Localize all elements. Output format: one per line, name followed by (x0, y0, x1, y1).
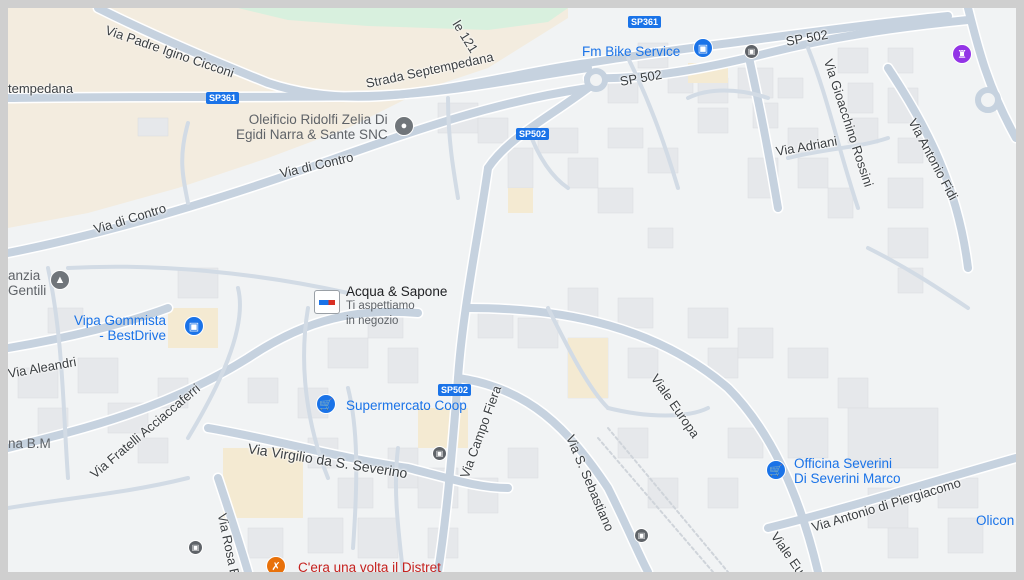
shopping-cart-icon[interactable]: 🛒 (766, 460, 786, 480)
route-shield-sp502: SP502 (438, 384, 472, 396)
poi-name: Olicon (976, 513, 1015, 528)
poi-officina-severini[interactable]: Officina Severini Di Severini Marco (794, 456, 901, 486)
acqua-sapone-logo[interactable] (314, 290, 340, 314)
bus-stop-icon[interactable]: ▣ (432, 446, 447, 461)
poi-tagline-line1: Ti aspettiamo (346, 300, 415, 312)
poi-name-line2: Di Severini Marco (794, 471, 901, 486)
poi-name: Supermercato Coop (346, 398, 467, 413)
poi-name: Acqua & Sapone (346, 284, 448, 299)
poi-name-line1: Officina Severini (794, 456, 893, 471)
school-icon[interactable]: ▲ (50, 270, 70, 290)
poi-name-line1: anzia (8, 268, 41, 283)
poi-vipa-gommista[interactable]: Vipa Gommista - BestDrive (74, 313, 166, 343)
poi-name: C'era una volta il Distret (298, 560, 441, 572)
poi-tagline-line2: in negozio (346, 315, 399, 327)
poi-name-line2: - BestDrive (99, 328, 167, 343)
poi-acqua-e-sapone[interactable]: Acqua & Sapone Ti aspettiamo in negozio (346, 284, 447, 329)
poi-restaurant[interactable]: C'era una volta il Distret (298, 560, 441, 572)
bus-stop-icon[interactable]: ▣ (634, 528, 649, 543)
poi-supermercato-coop[interactable]: Supermercato Coop (346, 398, 467, 413)
poi-name: Fm Bike Service (582, 44, 681, 59)
poi-olicon[interactable]: Olicon (976, 513, 1014, 528)
shopping-bag-icon[interactable]: ▣ (693, 38, 713, 58)
car-repair-icon[interactable]: ▣ (184, 316, 204, 336)
poi-name-line1: Oleificio Ridolfi Zelia Di (248, 112, 388, 127)
map-base-layer (8, 8, 1016, 572)
place-dot-icon[interactable]: ● (394, 116, 414, 136)
route-shield-sp361: SP361 (628, 16, 662, 28)
restaurant-icon[interactable]: ✗ (266, 556, 286, 572)
poi-name-line2: Egidi Narra & Sante SNC (236, 127, 388, 142)
bus-stop-icon[interactable]: ▣ (744, 44, 759, 59)
poi-oleificio-ridolfi[interactable]: Oleificio Ridolfi Zelia Di Egidi Narra &… (236, 112, 388, 142)
road-label-septempedana-west: tempedana (8, 81, 74, 96)
map-canvas[interactable]: Via Padre Igino Cicconi Strada Septemped… (8, 8, 1016, 572)
poi-name-line2: Gentili (8, 283, 47, 298)
poi-fm-bike-service[interactable]: Fm Bike Service (582, 44, 680, 59)
landmark-icon[interactable]: ♜ (952, 44, 972, 64)
bus-stop-icon[interactable]: ▣ (188, 540, 203, 555)
route-shield-sp502: SP502 (516, 128, 550, 140)
shopping-cart-icon[interactable]: 🛒 (316, 394, 336, 414)
poi-name: na B.M (8, 436, 51, 451)
poi-name-line1: Vipa Gommista (74, 313, 167, 328)
route-shield-sp361: SP361 (206, 92, 240, 104)
poi-bm[interactable]: na B.M (8, 436, 51, 451)
poi-stanzia-gentili[interactable]: anzia Gentili (8, 268, 46, 298)
